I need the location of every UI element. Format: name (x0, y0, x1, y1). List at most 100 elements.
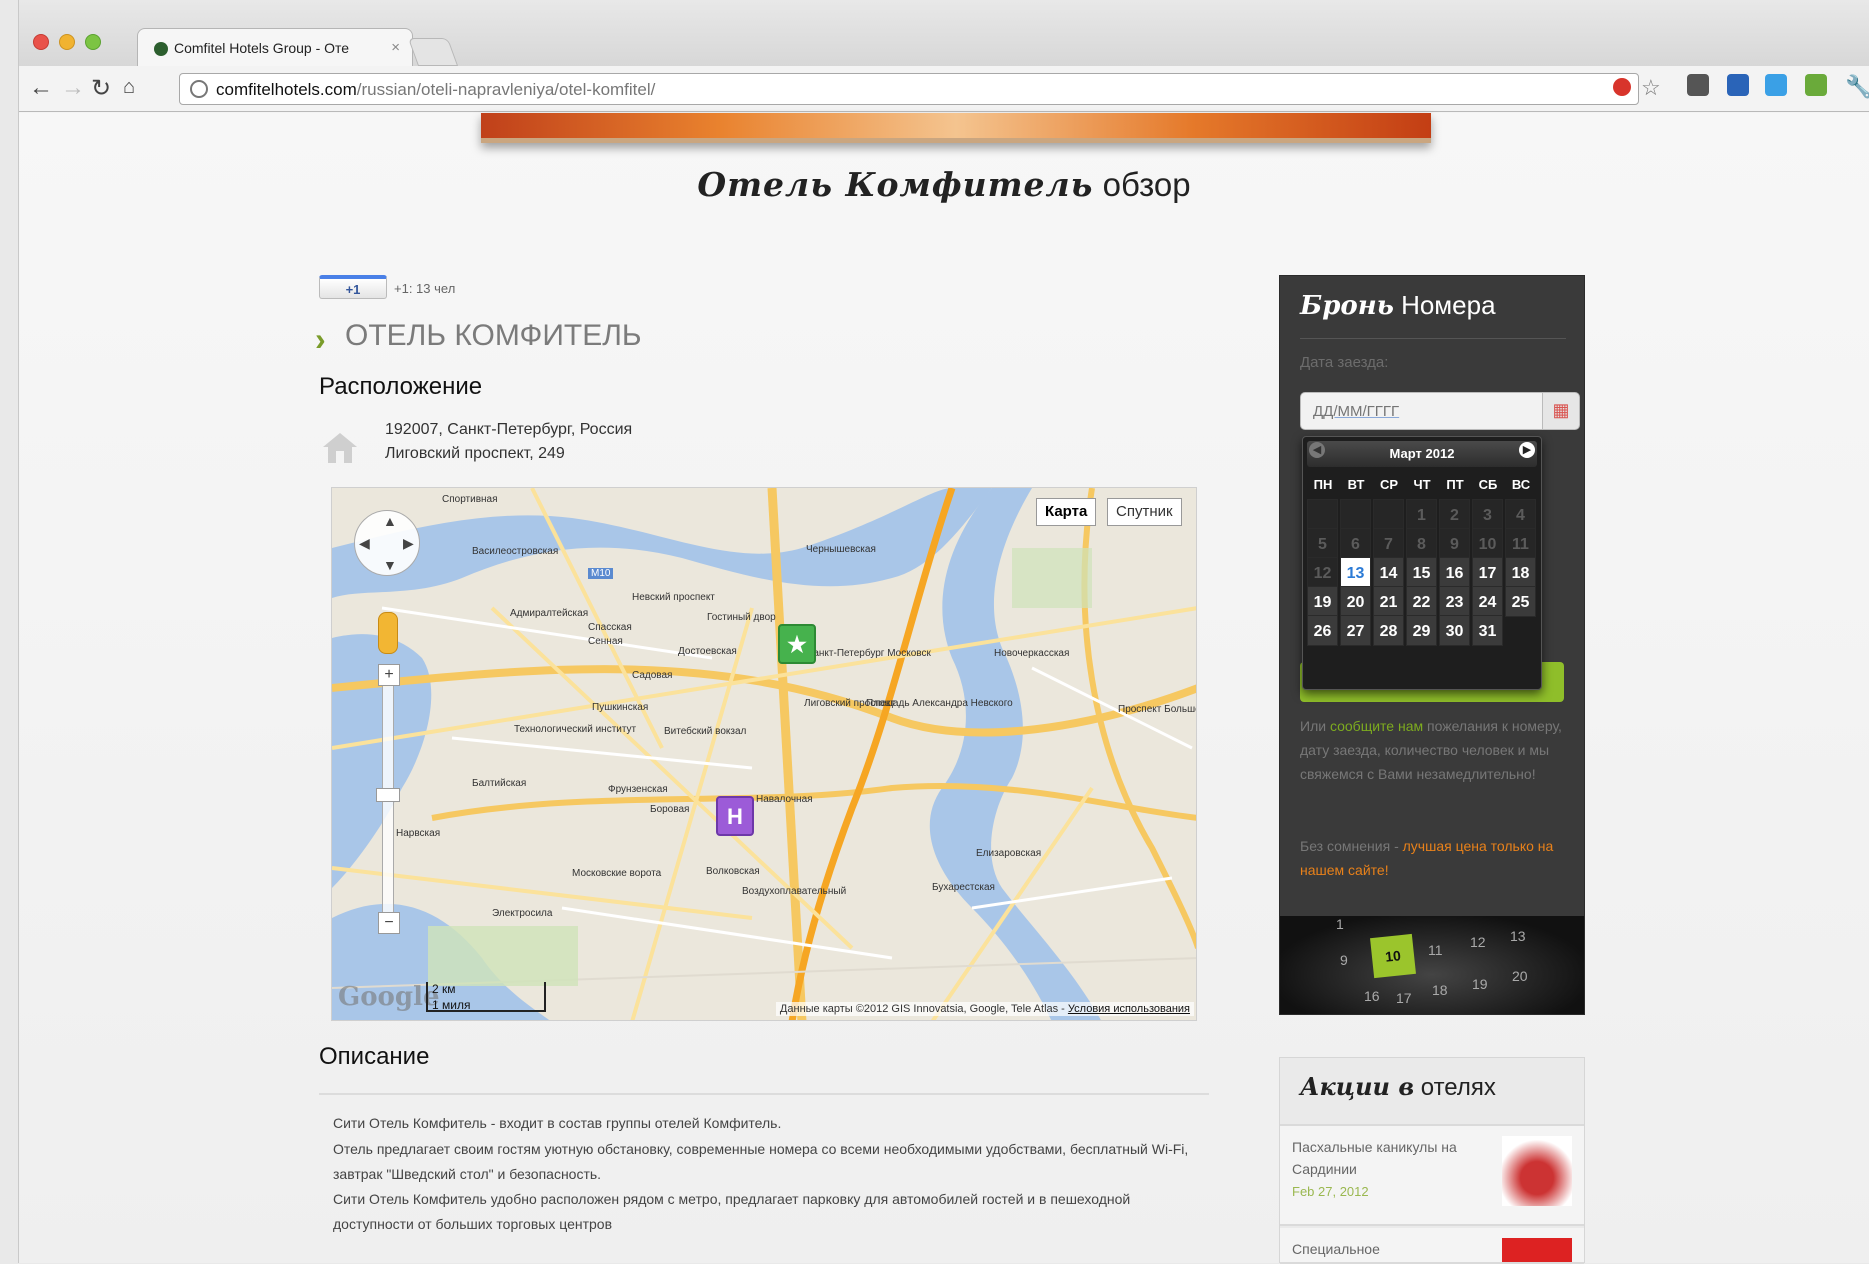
promo-item[interactable]: Специальное (1280, 1228, 1584, 1264)
promotions-widget: Акции в отелях Пасхальные каникулы на Са… (1279, 1057, 1585, 1264)
calendar-day[interactable]: 23 (1439, 586, 1470, 617)
calendar-day[interactable]: 29 (1406, 615, 1437, 646)
calendar-day[interactable]: 21 (1373, 586, 1404, 617)
tab-bar: Comfitel Hotels Group - Оте × (19, 0, 1869, 68)
pan-control[interactable]: ▲ ◀ ▶ ▼ (354, 510, 420, 576)
calendar-day[interactable]: 22 (1406, 586, 1437, 617)
calendar-day[interactable]: 15 (1406, 557, 1437, 588)
reload-icon[interactable]: ↻ (91, 74, 111, 103)
weekday-label: ВТ (1347, 477, 1365, 492)
back-arrow-icon[interactable]: ← (29, 74, 53, 102)
calendar-day[interactable]: 19 (1307, 586, 1338, 617)
prev-month-icon[interactable]: ◀ (1309, 442, 1325, 458)
google-logo: Google (338, 982, 440, 1012)
calendar-day[interactable]: 6 (1340, 528, 1371, 559)
google-plus-button[interactable]: +1 (319, 275, 387, 299)
wrench-icon[interactable]: 🔧 (1845, 74, 1869, 100)
calendar-day[interactable]: 4 (1505, 499, 1536, 530)
pan-up-icon[interactable]: ▲ (383, 513, 397, 529)
forward-arrow-icon[interactable]: → (61, 74, 85, 102)
hotel-marker-icon[interactable]: H (716, 796, 754, 836)
street-view-pegman-icon[interactable] (378, 612, 398, 654)
url-text: comfitelhotels.com/russian/oteli-napravl… (216, 80, 656, 99)
map-label: Волковская (706, 866, 760, 877)
new-tab-button[interactable] (407, 38, 459, 66)
calendar-day[interactable]: 12 (1307, 557, 1338, 588)
promotions-title: Акции в отелях (1300, 1072, 1496, 1101)
map-label: Елизаровская (976, 848, 1042, 859)
adblock-icon[interactable] (1613, 78, 1631, 96)
calendar-day[interactable]: 26 (1307, 615, 1338, 646)
address-bar[interactable]: comfitelhotels.com/russian/oteli-napravl… (179, 73, 1639, 105)
description-heading: Описание (319, 1043, 430, 1070)
weekday-label: СБ (1478, 477, 1498, 492)
calendar-day[interactable]: 16 (1439, 557, 1470, 588)
extension-gear-icon[interactable] (1687, 74, 1709, 96)
contact-us-link[interactable]: сообщите нам (1330, 718, 1423, 734)
close-window-button[interactable] (33, 34, 49, 50)
zoom-window-button[interactable] (85, 34, 101, 50)
calendar-day[interactable]: 20 (1340, 586, 1371, 617)
calendar-day[interactable]: 11 (1505, 528, 1536, 559)
calendar-icon[interactable]: ▦ (1542, 392, 1580, 430)
calendar-day[interactable]: 18 (1505, 557, 1536, 588)
calendar-day[interactable]: 7 (1373, 528, 1404, 559)
google-map[interactable]: Спортивная Василеостровская Адмиралтейск… (331, 487, 1197, 1021)
extension-green-icon[interactable] (1805, 74, 1827, 96)
calendar-day[interactable]: 10 (1472, 528, 1503, 559)
calendar-day-today[interactable]: 13 (1340, 557, 1371, 588)
map-label: Василеостровская (472, 546, 559, 557)
star-marker-icon[interactable]: ★ (778, 624, 816, 664)
map-label: Сенная (588, 636, 623, 647)
map-label: Пушкинская (592, 702, 649, 713)
price-text: Без сомнения - лучшая цена только на наш… (1300, 838, 1554, 878)
calendar-day[interactable]: 17 (1472, 557, 1503, 588)
map-label: Нарвская (396, 828, 441, 839)
hotel-heading: ОТЕЛЬ КОМФИТЕЛЬ (345, 319, 642, 352)
home-icon[interactable]: ⌂ (123, 76, 135, 99)
minimize-window-button[interactable] (59, 34, 75, 50)
tab-close-icon[interactable]: × (391, 39, 400, 56)
extension-blue-icon[interactable] (1727, 74, 1749, 96)
promo-item[interactable]: Пасхальные каникулы на Сардинии Feb 27, … (1280, 1126, 1584, 1226)
pan-down-icon[interactable]: ▼ (383, 557, 397, 573)
map-label: Адмиралтейская (510, 608, 589, 619)
extension-sync-icon[interactable] (1765, 74, 1787, 96)
house-icon (323, 433, 357, 463)
promo-thumbnail[interactable] (1502, 1136, 1572, 1206)
map-label: Навалочная (756, 794, 813, 805)
promo-title[interactable]: Специальное (1292, 1238, 1482, 1260)
calendar-day[interactable]: 14 (1373, 557, 1404, 588)
browser-tab[interactable]: Comfitel Hotels Group - Оте × (137, 28, 413, 68)
calendar-day[interactable]: 24 (1472, 586, 1503, 617)
map-label: Воздухоплавательный (742, 886, 847, 897)
pan-right-icon[interactable]: ▶ (403, 535, 414, 552)
next-month-icon[interactable]: ▶ (1519, 442, 1535, 458)
calendar-day[interactable]: 2 (1439, 499, 1470, 530)
calendar-day[interactable]: 1 (1406, 499, 1437, 530)
calendar-day[interactable]: 30 (1439, 615, 1470, 646)
calendar-day[interactable]: 28 (1373, 615, 1404, 646)
calendar-day[interactable]: 9 (1439, 528, 1470, 559)
calendar-day[interactable]: 3 (1472, 499, 1503, 530)
calendar-day[interactable]: 8 (1406, 528, 1437, 559)
calendar-day[interactable]: 27 (1340, 615, 1371, 646)
calendar-day[interactable]: 31 (1472, 615, 1503, 646)
map-terms-link[interactable]: Условия использования (1068, 1003, 1190, 1015)
map-type-satellite-button[interactable]: Спутник (1107, 498, 1182, 526)
promo-title[interactable]: Пасхальные каникулы на Сардинии (1292, 1136, 1482, 1180)
promo-thumbnail[interactable] (1502, 1238, 1572, 1262)
checkin-date-input[interactable] (1300, 392, 1544, 430)
map-label: Гостиный двор (707, 612, 776, 623)
calendar-day[interactable]: 25 (1505, 586, 1536, 617)
bookmark-star-icon[interactable]: ☆ (1641, 75, 1661, 101)
pan-left-icon[interactable]: ◀ (359, 535, 370, 552)
map-label: Боровая (650, 804, 690, 815)
globe-icon (190, 80, 208, 98)
map-type-map-button[interactable]: Карта (1036, 498, 1097, 526)
calendar-day[interactable]: 5 (1307, 528, 1338, 559)
browser-window: Comfitel Hotels Group - Оте × ← → ↻ ⌂ co… (18, 0, 1869, 1264)
zoom-in-button[interactable]: + (378, 664, 400, 686)
zoom-slider-thumb[interactable] (376, 788, 400, 802)
zoom-out-button[interactable]: − (378, 912, 400, 934)
